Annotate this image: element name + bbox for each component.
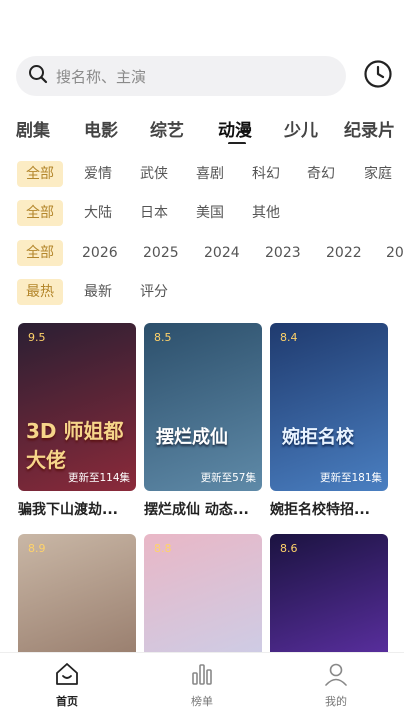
rating-badge: 8.9 <box>28 542 46 555</box>
nav-rankings[interactable]: 榜单 <box>172 661 232 709</box>
sort-chip[interactable]: 评分 <box>140 279 168 305</box>
year-filter-row: 全部 2026 2025 2024 2023 2022 20 <box>0 240 404 268</box>
region-chip[interactable]: 大陆 <box>84 200 112 226</box>
tab-movies[interactable]: 电影 <box>84 116 118 141</box>
search-icon <box>28 64 48 88</box>
history-button[interactable] <box>362 60 394 92</box>
year-chip[interactable]: 2022 <box>326 240 362 266</box>
sort-chip[interactable]: 最新 <box>84 279 112 305</box>
sort-filter-row: 最热 最新 评分 <box>0 279 404 307</box>
nav-label: 榜单 <box>191 695 213 708</box>
bottom-nav: 首页 榜单 我的 <box>0 652 404 720</box>
episode-update-badge: 更新至57集 <box>200 472 256 484</box>
nav-home[interactable]: 首页 <box>37 661 97 709</box>
genre-chip[interactable]: 科幻 <box>252 161 280 187</box>
anime-card[interactable]: 8.5 摆烂成仙 更新至57集 摆烂成仙 动态... <box>144 323 262 519</box>
year-chip-all[interactable]: 全部 <box>17 240 63 266</box>
genre-chip[interactable]: 喜剧 <box>196 161 224 187</box>
poster-title-art: 3D 师姐都大佬 <box>26 419 124 472</box>
genre-filter-row: 全部 爱情 武侠 喜剧 科幻 奇幻 家庭 <box>0 161 404 189</box>
search-placeholder: 搜名称、主演 <box>56 67 147 86</box>
tab-documentary[interactable]: 纪录片 <box>344 116 395 141</box>
rating-badge: 8.5 <box>154 331 172 344</box>
genre-chip[interactable]: 爱情 <box>84 161 112 187</box>
rating-badge: 8.4 <box>280 331 298 344</box>
year-chip[interactable]: 2026 <box>82 240 118 266</box>
region-chip[interactable]: 日本 <box>140 200 168 226</box>
poster-image: 8.5 摆烂成仙 更新至57集 <box>144 323 262 491</box>
rating-badge: 8.6 <box>280 542 298 555</box>
tab-series[interactable]: 剧集 <box>16 116 50 141</box>
episode-update-badge: 更新至114集 <box>67 472 130 484</box>
year-chip[interactable]: 2025 <box>143 240 179 266</box>
chart-icon <box>189 664 215 691</box>
card-title: 婉拒名校特招... <box>270 502 370 518</box>
genre-chip-all[interactable]: 全部 <box>17 161 63 187</box>
card-title: 骗我下山渡劫... <box>18 502 118 518</box>
episode-update-badge: 更新至181集 <box>319 472 382 484</box>
rating-badge: 9.5 <box>28 331 46 344</box>
year-chip[interactable]: 2024 <box>204 240 240 266</box>
search-row: 搜名称、主演 <box>16 56 394 96</box>
genre-chip[interactable]: 武侠 <box>140 161 168 187</box>
nav-label: 我的 <box>325 695 347 708</box>
clock-icon <box>363 59 393 93</box>
year-chip[interactable]: 2023 <box>265 240 301 266</box>
region-filter-row: 全部 大陆 日本 美国 其他 <box>0 200 404 228</box>
year-chip[interactable]: 20 <box>386 240 404 266</box>
category-tabs: 剧集 电影 综艺 动漫 少儿 纪录片 <box>0 116 404 144</box>
nav-label: 首页 <box>56 695 78 708</box>
region-chip-all[interactable]: 全部 <box>17 200 63 226</box>
tab-variety[interactable]: 综艺 <box>150 116 184 141</box>
genre-chip[interactable]: 家庭 <box>364 161 392 187</box>
poster-image: 8.4 婉拒名校 更新至181集 <box>270 323 388 491</box>
anime-card[interactable]: 8.4 婉拒名校 更新至181集 婉拒名校特招... <box>270 323 388 519</box>
tab-kids[interactable]: 少儿 <box>284 116 318 141</box>
region-chip[interactable]: 其他 <box>252 200 280 226</box>
rating-badge: 8.8 <box>154 542 172 555</box>
user-icon <box>323 663 349 691</box>
genre-chip[interactable]: 奇幻 <box>307 161 335 187</box>
poster-title-art: 摆烂成仙 <box>156 427 228 448</box>
nav-profile[interactable]: 我的 <box>306 661 366 709</box>
sort-chip-hot[interactable]: 最热 <box>17 279 63 305</box>
home-icon <box>54 663 80 691</box>
anime-card[interactable]: 9.5 3D 师姐都大佬 更新至114集 骗我下山渡劫... <box>18 323 136 519</box>
search-input[interactable]: 搜名称、主演 <box>16 56 346 96</box>
tab-anime[interactable]: 动漫 <box>218 116 252 141</box>
card-title: 摆烂成仙 动态... <box>144 502 249 518</box>
poster-title-art: 婉拒名校 <box>282 427 354 448</box>
active-tab-indicator <box>228 142 246 144</box>
poster-image: 9.5 3D 师姐都大佬 更新至114集 <box>18 323 136 491</box>
region-chip[interactable]: 美国 <box>196 200 224 226</box>
